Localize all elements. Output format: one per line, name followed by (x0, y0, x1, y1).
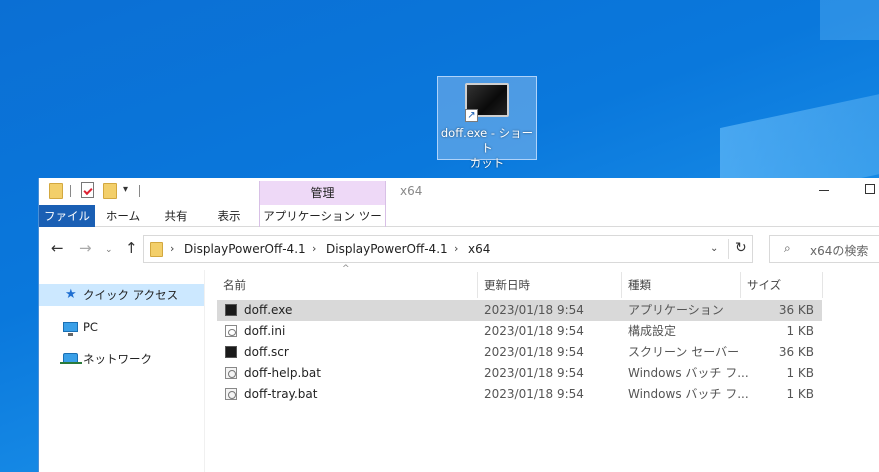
address-bar[interactable]: › DisplayPowerOff-4.1 › DisplayPowerOff-… (143, 235, 753, 263)
window-title: x64 (400, 184, 423, 198)
search-box[interactable]: ⌕ x64の検索 (769, 235, 879, 263)
column-header-date[interactable]: 更新日時 (484, 275, 530, 295)
nav-item-quick-access[interactable]: ★ クイック アクセス (39, 284, 204, 306)
column-divider[interactable] (477, 272, 478, 298)
file-date: 2023/01/18 9:54 (484, 303, 584, 317)
maximize-icon[interactable] (865, 184, 875, 194)
column-header-name[interactable]: 名前 (223, 275, 246, 295)
nav-item-label: ネットワーク (83, 352, 152, 366)
tab-home[interactable]: ホーム (97, 205, 149, 227)
nav-item-network[interactable]: ネットワーク (39, 348, 204, 370)
file-date: 2023/01/18 9:54 (484, 366, 584, 380)
file-size: 1 KB (786, 366, 814, 380)
breadcrumb-segment[interactable]: DisplayPowerOff-4.1 (184, 242, 306, 256)
nav-item-pc[interactable]: PC (39, 316, 204, 338)
chevron-right-icon[interactable]: › (312, 242, 316, 255)
exe-icon (225, 304, 237, 316)
table-row[interactable]: doff-help.bat 2023/01/18 9:54 Windows バッ… (217, 363, 822, 384)
desktop-shortcut-doff[interactable]: ↗ doff.exe - ショート カット (437, 76, 537, 170)
breadcrumb-segment[interactable]: x64 (468, 242, 490, 256)
file-name: doff.scr (244, 345, 289, 359)
file-name: doff-tray.bat (244, 387, 318, 401)
search-placeholder: x64の検索 (810, 244, 869, 258)
context-tab-group-manage: 管理 (259, 181, 386, 205)
table-row[interactable]: doff-tray.bat 2023/01/18 9:54 Windows バッ… (217, 384, 822, 405)
file-date: 2023/01/18 9:54 (484, 345, 584, 359)
shortcut-arrow-icon: ↗ (465, 109, 478, 122)
column-header-size[interactable]: サイズ (747, 275, 781, 295)
file-size: 1 KB (786, 324, 814, 338)
toolbar-divider (139, 185, 140, 197)
file-type: スクリーン セーバー (628, 345, 740, 359)
recent-locations-chevron-icon[interactable]: ⌄ (105, 242, 113, 258)
file-name: doff.exe (244, 303, 293, 317)
folder-icon[interactable] (49, 183, 63, 199)
navigation-pane: ★ クイック アクセス PC ネットワーク (39, 270, 204, 472)
table-row[interactable]: doff.exe 2023/01/18 9:54 アプリケーション 36 KB (217, 300, 822, 321)
tab-view[interactable]: 表示 (203, 205, 255, 227)
navigation-bar: ← → ⌄ ↑ › DisplayPowerOff-4.1 › DisplayP… (39, 228, 879, 270)
bat-icon (225, 388, 237, 400)
file-size: 36 KB (778, 345, 814, 359)
customize-quick-access-icon[interactable]: ▾ (123, 184, 128, 195)
folder-icon (150, 242, 163, 257)
properties-icon[interactable] (81, 182, 94, 198)
ini-icon (225, 325, 237, 337)
file-date: 2023/01/18 9:54 (484, 324, 584, 338)
shortcut-label-line1: doff.exe - ショート (440, 126, 534, 155)
address-history-dropdown-icon[interactable]: ⌄ (710, 243, 718, 254)
file-name: doff-help.bat (244, 366, 321, 380)
table-row[interactable]: doff.scr 2023/01/18 9:54 スクリーン セーバー 36 K… (217, 342, 822, 363)
file-rows: doff.exe 2023/01/18 9:54 アプリケーション 36 KB … (217, 300, 822, 405)
column-divider[interactable] (621, 272, 622, 298)
back-arrow-icon[interactable]: ← (51, 240, 64, 256)
minimize-icon[interactable] (819, 190, 829, 191)
file-size: 1 KB (786, 387, 814, 401)
tab-file[interactable]: ファイル (39, 205, 95, 227)
table-row[interactable]: doff.ini 2023/01/18 9:54 構成設定 1 KB (217, 321, 822, 342)
nav-item-label: PC (83, 320, 98, 334)
file-type: 構成設定 (628, 324, 677, 338)
column-header-type[interactable]: 種類 (628, 275, 651, 295)
title-bar: ▾ 管理 x64 (39, 178, 879, 205)
refresh-icon[interactable]: ↻ (735, 240, 747, 256)
forward-arrow-icon[interactable]: → (79, 240, 92, 256)
tab-share[interactable]: 共有 (151, 205, 201, 227)
bat-icon (225, 367, 237, 379)
network-icon (60, 353, 82, 364)
explorer-window: ▾ 管理 x64 ファイル ホーム 共有 表示 アプリケーション ツール ← →… (38, 178, 879, 472)
new-folder-icon[interactable] (103, 183, 117, 199)
desktop-light-shape-top (820, 0, 879, 40)
file-type: Windows バッチ フ... (628, 387, 749, 401)
chevron-right-icon[interactable]: › (454, 242, 458, 255)
breadcrumb-segment[interactable]: DisplayPowerOff-4.1 (326, 242, 448, 256)
ribbon-tabs: ファイル ホーム 共有 表示 アプリケーション ツール (39, 205, 879, 245)
file-list: ^ 名前 更新日時 種類 サイズ doff.exe 2023/01/18 9:5… (205, 264, 879, 472)
tab-application-tools[interactable]: アプリケーション ツール (259, 205, 386, 245)
toolbar-divider (70, 185, 71, 197)
search-icon: ⌕ (784, 241, 791, 255)
nav-item-label: クイック アクセス (83, 288, 179, 302)
address-divider (728, 239, 729, 259)
file-name: doff.ini (244, 324, 286, 338)
column-divider[interactable] (822, 272, 823, 298)
star-icon: ★ (65, 287, 77, 302)
file-size: 36 KB (778, 303, 814, 317)
file-type: アプリケーション (628, 303, 724, 317)
up-arrow-icon[interactable]: ↑ (125, 240, 138, 256)
column-divider[interactable] (740, 272, 741, 298)
file-type: Windows バッチ フ... (628, 366, 749, 380)
sort-ascending-icon: ^ (342, 264, 350, 274)
scr-icon (225, 346, 237, 358)
chevron-right-icon[interactable]: › (170, 242, 174, 255)
pc-icon (63, 322, 78, 336)
shortcut-label: doff.exe - ショート カット (438, 126, 536, 171)
file-date: 2023/01/18 9:54 (484, 387, 584, 401)
shortcut-label-line2: カット (469, 156, 505, 170)
